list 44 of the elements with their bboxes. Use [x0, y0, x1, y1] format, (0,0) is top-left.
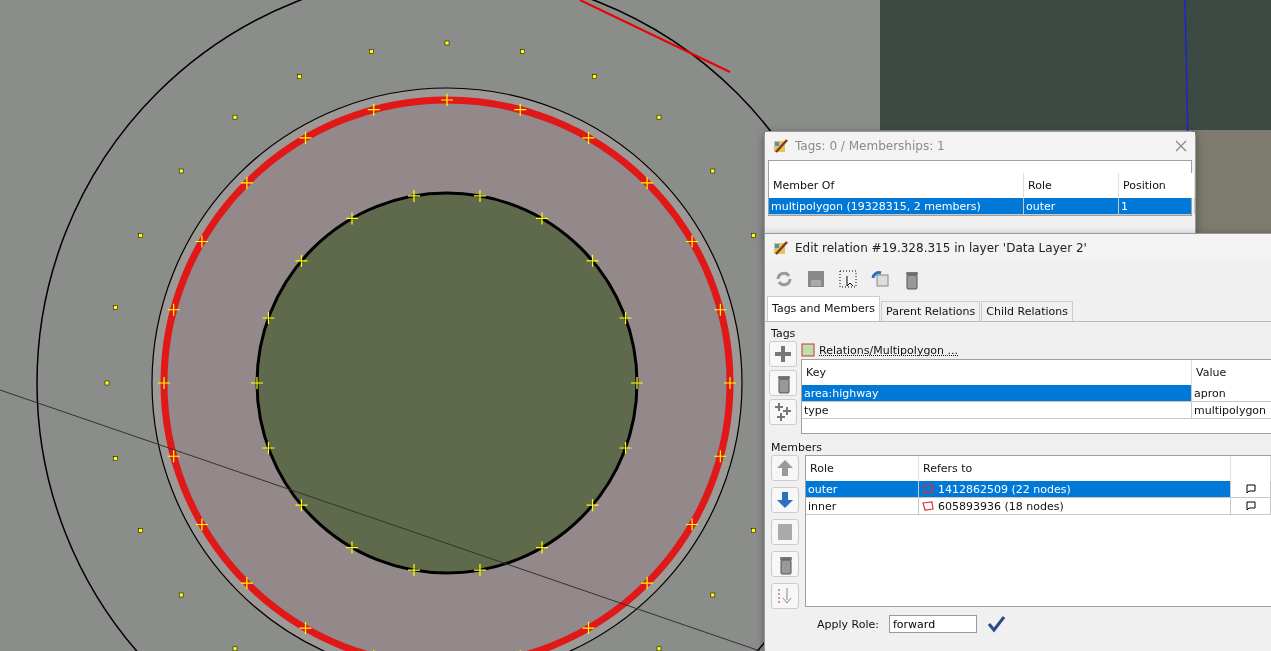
- role-cell: outer: [806, 481, 919, 497]
- table-cell: multipolygon (19328315, 2 members): [769, 198, 1024, 214]
- refresh-icon: [774, 269, 794, 289]
- dialog-title: Tags: 0 / Memberships: 1: [795, 139, 946, 153]
- arrow-up-icon: [775, 458, 795, 478]
- way-icon: [921, 483, 935, 495]
- close-icon: [1175, 140, 1187, 152]
- copy-arrow-icon: [870, 269, 890, 289]
- multiple-plus-icon: [773, 402, 793, 422]
- tab[interactable]: Parent Relations: [881, 301, 981, 321]
- apply-role-label: Apply Role:: [816, 616, 880, 632]
- remove-member-button[interactable]: [771, 551, 799, 577]
- sort-button[interactable]: [771, 583, 799, 609]
- preset-link[interactable]: Relations/Multipolygon ...: [819, 343, 959, 357]
- app-logo-icon: [773, 138, 789, 154]
- tab[interactable]: Tags and Members: [767, 296, 881, 321]
- member-row[interactable]: inner 605893936 (18 nodes): [806, 498, 1271, 515]
- checkmark-icon: [985, 614, 1006, 634]
- tag-row[interactable]: area:highway apron: [802, 385, 1271, 402]
- tab[interactable]: Child Relations: [981, 301, 1074, 321]
- role-cell: inner: [806, 498, 919, 514]
- table-cell: 1: [1119, 198, 1195, 214]
- way-icon: [921, 500, 935, 512]
- multipolygon-icon: [801, 343, 815, 357]
- role-input[interactable]: forward: [888, 615, 977, 633]
- delete-tag-button[interactable]: [769, 370, 797, 396]
- member-row[interactable]: outer 1412862509 (22 nodes): [806, 481, 1271, 498]
- section-label: Tags: [770, 326, 797, 341]
- edit-member-button[interactable]: [771, 519, 799, 545]
- table-cell: outer: [1024, 198, 1119, 214]
- dialog-title: Edit relation #19.328.315 in layer 'Data Layer 2': [795, 241, 1088, 255]
- tag-row[interactable]: type multipolygon: [802, 402, 1271, 419]
- speech-bubble-icon: [1244, 483, 1257, 495]
- move-up-button[interactable]: [771, 455, 799, 481]
- add-tag-button[interactable]: [769, 341, 797, 367]
- selection-cursor-icon: [838, 269, 858, 289]
- app-logo-icon: [773, 240, 789, 256]
- paste-tags-button[interactable]: [769, 399, 797, 425]
- value-cell: apron: [1192, 385, 1271, 401]
- speech-bubble-icon: [1244, 500, 1257, 512]
- section-label: Members: [770, 440, 823, 455]
- move-down-button[interactable]: [771, 487, 799, 513]
- plus-icon: [773, 344, 793, 364]
- arrow-down-icon: [775, 490, 795, 510]
